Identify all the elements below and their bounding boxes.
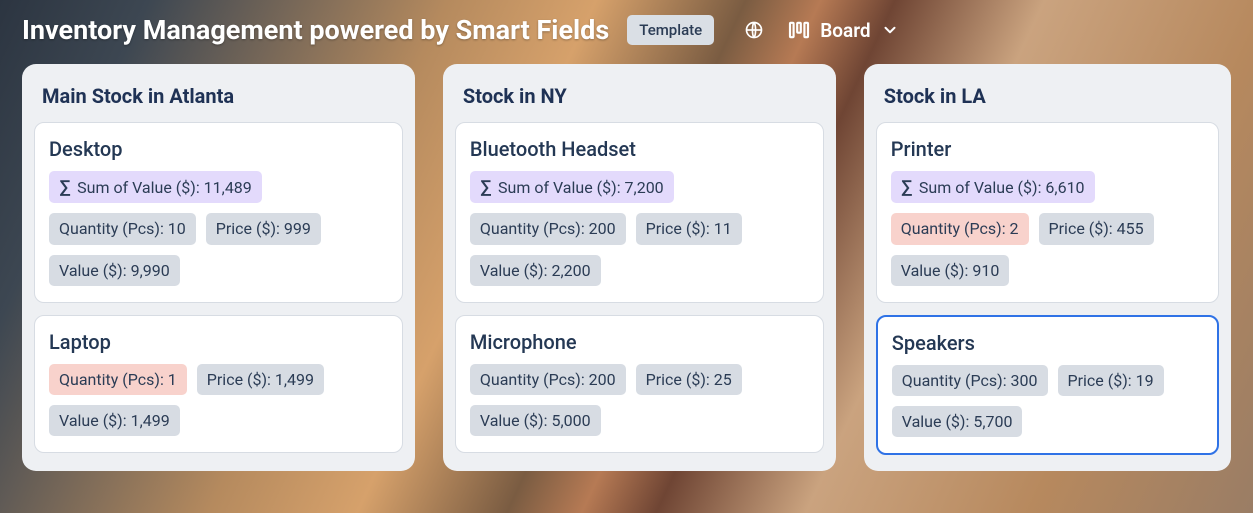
quantity-pill: Quantity (Pcs): 200 [470,213,626,244]
pill-row: Quantity (Pcs): 1 Price ($): 1,499 [49,364,388,395]
header-right: Board [744,19,898,42]
card-title: Speakers [892,331,1203,355]
pill-row: Value ($): 5,700 [892,406,1203,437]
price-pill: Price ($): 25 [636,364,742,395]
board-icon [788,21,810,39]
pill-row: Value ($): 9,990 [49,255,388,286]
card-title: Desktop [49,137,388,161]
board-area: Main Stock in Atlanta Desktop ∑ Sum of Valu… [0,64,1253,491]
pill-row: Quantity (Pcs): 10 Price ($): 999 [49,213,388,244]
pill-row: ∑ Sum of Value ($): 7,200 [470,171,809,203]
price-pill: Price ($): 455 [1039,213,1154,244]
pill-row: Value ($): 1,499 [49,405,388,436]
sum-pill: ∑ Sum of Value ($): 6,610 [891,171,1095,203]
value-pill: Value ($): 5,000 [470,405,601,436]
value-pill: Value ($): 5,700 [892,406,1023,437]
pill-row: Quantity (Pcs): 300 Price ($): 19 [892,365,1203,396]
quantity-pill: Quantity (Pcs): 1 [49,364,187,395]
column-title: Main Stock in Atlanta [34,78,403,122]
board-column: Stock in NY Bluetooth Headset ∑ Sum of Valu… [443,64,836,471]
inventory-card[interactable]: Printer ∑ Sum of Value ($): 6,610 Quantity … [876,122,1219,303]
pill-row: Quantity (Pcs): 200 Price ($): 11 [470,213,809,244]
inventory-card[interactable]: Bluetooth Headset ∑ Sum of Value ($): 7,20… [455,122,824,303]
quantity-pill: Quantity (Pcs): 200 [470,364,626,395]
value-pill: Value ($): 9,990 [49,255,180,286]
view-switcher[interactable]: Board [788,19,898,42]
column-title: Stock in LA [876,78,1219,122]
pill-row: ∑ Sum of Value ($): 11,489 [49,171,388,203]
card-title: Printer [891,137,1204,161]
value-pill: Value ($): 910 [891,255,1010,286]
page-title: Inventory Management powered by Smart Fi… [22,14,609,46]
inventory-card[interactable]: Desktop ∑ Sum of Value ($): 11,489 Quantity… [34,122,403,303]
card-title: Bluetooth Headset [470,137,809,161]
sigma-icon: ∑ [480,177,492,197]
inventory-card[interactable]: Speakers Quantity (Pcs): 300 Price ($): 19… [876,315,1219,455]
header-bar: Inventory Management powered by Smart Fi… [0,0,1253,64]
view-label: Board [820,19,870,42]
price-pill: Price ($): 999 [206,213,321,244]
chevron-down-icon [881,21,899,39]
column-title: Stock in NY [455,78,824,122]
pill-row: Value ($): 910 [891,255,1204,286]
pill-row: Quantity (Pcs): 200 Price ($): 25 [470,364,809,395]
inventory-card[interactable]: Microphone Quantity (Pcs): 200 Price ($): … [455,315,824,453]
sum-value: Sum of Value ($): 7,200 [498,178,664,197]
quantity-pill: Quantity (Pcs): 10 [49,213,196,244]
pill-row: Value ($): 2,200 [470,255,809,286]
sum-value: Sum of Value ($): 6,610 [919,178,1085,197]
inventory-card[interactable]: Laptop Quantity (Pcs): 1 Price ($): 1,499 V… [34,315,403,453]
value-pill: Value ($): 1,499 [49,405,180,436]
template-badge[interactable]: Template [627,15,714,45]
price-pill: Price ($): 1,499 [197,364,324,395]
board-column: Stock in LA Printer ∑ Sum of Value ($): 6,6… [864,64,1231,471]
pill-row: ∑ Sum of Value ($): 6,610 [891,171,1204,203]
pill-row: Quantity (Pcs): 2 Price ($): 455 [891,213,1204,244]
sum-value: Sum of Value ($): 11,489 [77,178,252,197]
pill-row: Value ($): 5,000 [470,405,809,436]
sum-pill: ∑ Sum of Value ($): 7,200 [470,171,674,203]
card-title: Microphone [470,330,809,354]
card-title: Laptop [49,330,388,354]
globe-icon[interactable] [744,20,764,40]
sigma-icon: ∑ [59,177,71,197]
sigma-icon: ∑ [901,177,913,197]
quantity-pill: Quantity (Pcs): 2 [891,213,1029,244]
price-pill: Price ($): 11 [636,213,742,244]
sum-pill: ∑ Sum of Value ($): 11,489 [49,171,262,203]
price-pill: Price ($): 19 [1058,365,1164,396]
value-pill: Value ($): 2,200 [470,255,601,286]
quantity-pill: Quantity (Pcs): 300 [892,365,1048,396]
board-column: Main Stock in Atlanta Desktop ∑ Sum of Valu… [22,64,415,471]
